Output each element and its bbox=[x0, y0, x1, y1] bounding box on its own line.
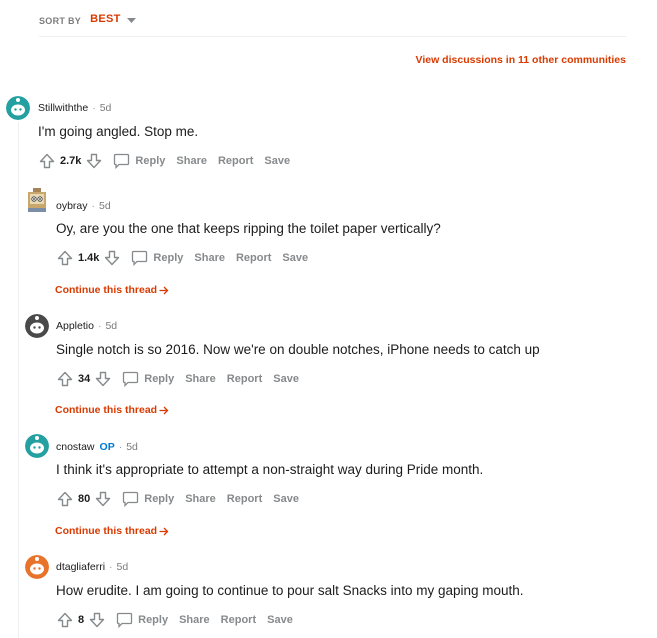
snoo-avatar-icon bbox=[25, 314, 49, 338]
report-button[interactable]: Report bbox=[221, 614, 256, 626]
comment-actions: 2.7k Reply Share Report Save bbox=[38, 151, 290, 171]
view-discussions-link[interactable]: View discussions in 11 other communities bbox=[416, 54, 626, 66]
continue-thread-link[interactable]: Continue this thread bbox=[55, 404, 169, 416]
continue-thread-link[interactable]: Continue this thread bbox=[55, 525, 169, 537]
snoo-avatar-icon bbox=[25, 434, 49, 458]
sort-dropdown[interactable]: BEST bbox=[90, 13, 121, 25]
comment-bubble-icon bbox=[123, 371, 139, 387]
downvote-icon[interactable] bbox=[94, 370, 112, 388]
avatar[interactable] bbox=[25, 434, 49, 458]
comment-bubble-icon bbox=[116, 612, 133, 628]
snoo-avatar-icon bbox=[28, 188, 46, 212]
arrow-right-icon bbox=[159, 286, 169, 294]
separator-dot: · bbox=[91, 200, 96, 212]
share-button[interactable]: Share bbox=[179, 614, 210, 626]
vote-score: 1.4k bbox=[78, 252, 100, 264]
comment-body: Oy, are you the one that keeps ripping t… bbox=[56, 221, 441, 236]
comment-bubble-icon bbox=[123, 491, 139, 507]
reply-button[interactable]: Reply bbox=[122, 491, 174, 507]
sort-bar: SORT BY BEST bbox=[39, 12, 626, 37]
chevron-down-icon[interactable] bbox=[126, 18, 136, 24]
save-button[interactable]: Save bbox=[267, 614, 293, 626]
avatar[interactable] bbox=[25, 188, 49, 212]
share-button[interactable]: Share bbox=[194, 252, 225, 264]
vote-score: 80 bbox=[78, 493, 91, 505]
continue-thread-link[interactable]: Continue this thread bbox=[55, 284, 169, 296]
comment-meta: Appletio · 5d bbox=[56, 320, 117, 332]
snoo-avatar-icon bbox=[25, 555, 49, 579]
comment-bubble-icon bbox=[132, 250, 148, 266]
comment-time[interactable]: 5d bbox=[126, 441, 138, 453]
comment-author[interactable]: oybray bbox=[56, 200, 88, 212]
op-badge: OP bbox=[99, 441, 115, 453]
comment-time[interactable]: 5d bbox=[105, 320, 117, 332]
share-button[interactable]: Share bbox=[185, 493, 216, 505]
vote-score: 2.7k bbox=[60, 155, 82, 167]
comment-meta: cnostaw OP · 5d bbox=[56, 441, 138, 453]
upvote-icon[interactable] bbox=[56, 249, 74, 267]
downvote-icon[interactable] bbox=[88, 611, 106, 629]
avatar[interactable] bbox=[25, 555, 49, 579]
report-button[interactable]: Report bbox=[218, 155, 253, 167]
comment-meta: dtagliaferri · 5d bbox=[56, 561, 128, 573]
avatar[interactable] bbox=[25, 314, 49, 338]
comment-time[interactable]: 5d bbox=[99, 200, 111, 212]
sort-label: SORT BY bbox=[39, 16, 82, 26]
comment-author[interactable]: Stillwiththe bbox=[38, 102, 88, 114]
comment-actions: 80 Reply Share Report Save bbox=[56, 489, 299, 509]
comment-actions: 8 Reply Share Report Save bbox=[56, 610, 293, 630]
comment-time[interactable]: 5d bbox=[117, 561, 129, 573]
comment-body: I'm going angled. Stop me. bbox=[38, 124, 199, 139]
comment-author[interactable]: dtagliaferri bbox=[56, 561, 105, 573]
reply-button[interactable]: Reply bbox=[122, 371, 174, 387]
downvote-icon[interactable] bbox=[103, 249, 121, 267]
comment-author[interactable]: Appletio bbox=[56, 320, 94, 332]
comment-body: I think it's appropriate to attempt a no… bbox=[56, 462, 484, 477]
snoo-avatar-icon bbox=[6, 96, 30, 120]
reply-button[interactable]: Reply bbox=[113, 153, 165, 169]
separator-dot: · bbox=[97, 320, 102, 332]
report-button[interactable]: Report bbox=[236, 252, 271, 264]
upvote-icon[interactable] bbox=[56, 611, 74, 629]
report-button[interactable]: Report bbox=[227, 493, 262, 505]
comment-time[interactable]: 5d bbox=[100, 102, 112, 114]
comment-body: Single notch is so 2016. Now we're on do… bbox=[56, 342, 540, 357]
thread-line[interactable] bbox=[18, 122, 19, 638]
downvote-icon[interactable] bbox=[85, 152, 103, 170]
downvote-icon[interactable] bbox=[94, 490, 112, 508]
comment-body: How erudite. I am going to continue to p… bbox=[56, 583, 524, 598]
vote-score: 34 bbox=[78, 373, 91, 385]
comment-author[interactable]: cnostaw bbox=[56, 441, 95, 453]
separator-dot: · bbox=[92, 102, 96, 114]
share-button[interactable]: Share bbox=[185, 373, 216, 385]
save-button[interactable]: Save bbox=[273, 373, 299, 385]
arrow-right-icon bbox=[159, 527, 169, 535]
share-button[interactable]: Share bbox=[176, 155, 207, 167]
separator-dot: · bbox=[118, 441, 123, 453]
comment-meta: oybray · 5d bbox=[56, 200, 111, 212]
comment-actions: 34 Reply Share Report Save bbox=[56, 369, 299, 389]
save-button[interactable]: Save bbox=[273, 493, 299, 505]
arrow-right-icon bbox=[159, 406, 169, 414]
save-button[interactable]: Save bbox=[264, 155, 290, 167]
comment-meta: Stillwiththe · 5d bbox=[38, 102, 111, 114]
vote-score: 8 bbox=[78, 614, 85, 626]
reply-button[interactable]: Reply bbox=[131, 250, 183, 266]
separator-dot: · bbox=[109, 561, 113, 573]
comment-bubble-icon bbox=[114, 153, 130, 169]
save-button[interactable]: Save bbox=[282, 252, 308, 264]
avatar[interactable] bbox=[6, 96, 30, 120]
upvote-icon[interactable] bbox=[56, 370, 74, 388]
upvote-icon[interactable] bbox=[38, 152, 56, 170]
upvote-icon[interactable] bbox=[56, 490, 74, 508]
report-button[interactable]: Report bbox=[227, 373, 262, 385]
comment-actions: 1.4k Reply Share Report Save bbox=[56, 248, 308, 268]
reply-button[interactable]: Reply bbox=[116, 612, 168, 628]
